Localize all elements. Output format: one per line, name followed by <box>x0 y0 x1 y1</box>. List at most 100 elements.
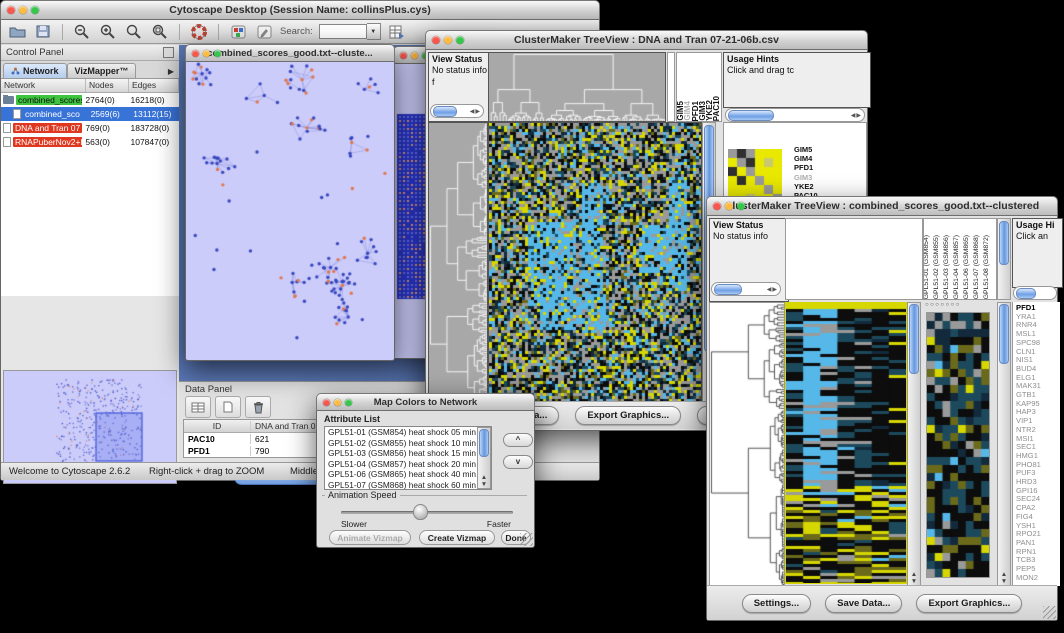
network-a-titlebar[interactable]: combined_scores_good.txt--cluste... <box>185 44 395 62</box>
minimize-button[interactable] <box>19 6 27 14</box>
zoom-button[interactable] <box>214 50 221 57</box>
attribute-list[interactable]: GPL51-01 (GSM854) heat shock 05 minGPL51… <box>324 426 492 490</box>
delete-attribute-icon[interactable] <box>245 396 271 418</box>
close-button[interactable] <box>713 202 721 210</box>
scrollbar-thumb[interactable] <box>1016 288 1036 299</box>
save-icon[interactable] <box>33 23 53 41</box>
network-tree-row[interactable]: combined_sco2569(6)13112(15) <box>1 107 179 121</box>
annotation-icon[interactable] <box>254 23 274 41</box>
treeview2-export-graphics-button[interactable]: Export Graphics... <box>916 594 1022 613</box>
zoom-out-icon[interactable] <box>72 23 92 41</box>
column-labels-vscrollbar[interactable] <box>997 218 1011 300</box>
tab-network[interactable]: Network <box>3 63 67 78</box>
edges-column-header[interactable]: Edges <box>129 79 179 92</box>
zoom-button[interactable] <box>737 202 745 210</box>
attribute-item[interactable]: GPL51-01 (GSM854) heat shock 05 min <box>325 427 491 438</box>
search-dropdown-arrow[interactable]: ▼ <box>367 23 381 40</box>
main-heatmap-canvas[interactable] <box>785 302 907 584</box>
tab-overflow-arrow[interactable]: ▶ <box>165 65 177 78</box>
scrollbar-thumb[interactable] <box>433 106 457 117</box>
attribute-item[interactable]: GPL51-02 (GSM855) heat shock 10 min <box>325 438 491 449</box>
close-button[interactable] <box>400 52 407 59</box>
usage-hints-scrollbar[interactable] <box>1013 286 1057 300</box>
treeview1-export-graphics-button[interactable]: Export Graphics... <box>575 406 681 425</box>
scrollbar-arrows[interactable]: ◀▶ <box>851 112 864 119</box>
minimize-button[interactable] <box>411 52 418 59</box>
zoom-fit-icon[interactable] <box>124 23 144 41</box>
slider-thumb[interactable] <box>413 504 428 520</box>
attribute-item[interactable]: GPL51-04 (GSM857) heat shock 20 min <box>325 459 491 470</box>
view-status-scrollbar[interactable]: ◀▶ <box>711 282 781 296</box>
main-titlebar[interactable]: Cytoscape Desktop (Session Name: collins… <box>0 0 600 20</box>
zoom-button[interactable] <box>345 399 352 406</box>
resize-grip[interactable] <box>520 533 533 546</box>
close-button[interactable] <box>192 50 199 57</box>
usage-hints-title: Usage Hints <box>727 54 867 65</box>
vscrollbar-arrows[interactable]: ▲▼ <box>478 474 490 488</box>
close-button[interactable] <box>432 36 440 44</box>
vscrollbar-thumb[interactable] <box>999 304 1009 364</box>
vscrollbar-thumb[interactable] <box>909 304 919 374</box>
scrollbar-arrows[interactable]: ◀▶ <box>767 286 780 293</box>
close-button[interactable] <box>7 6 15 14</box>
attribute-item[interactable]: GPL51-06 (GSM865) heat shock 40 min <box>325 469 491 480</box>
row-dendrogram-canvas[interactable] <box>709 302 785 586</box>
usage-hints-scrollbar[interactable]: ◀▶ <box>725 108 865 122</box>
zoom-selected-icon[interactable] <box>150 23 170 41</box>
vscrollbar-thumb[interactable] <box>479 429 489 457</box>
dialog-titlebar[interactable]: Map Colors to Network <box>316 393 535 411</box>
treeview1-titlebar[interactable]: ClusterMaker TreeView : DNA and Tran 07-… <box>425 30 868 50</box>
network-tree-row[interactable]: DNA and Tran 07769(0)183728(0) <box>1 121 179 135</box>
scrollbar-thumb[interactable] <box>728 110 774 121</box>
main-heatmap-canvas[interactable] <box>488 122 702 403</box>
attribute-list-scrollbar[interactable]: ▲▼ <box>477 427 491 489</box>
scrollbar-thumb[interactable] <box>714 284 742 295</box>
attribute-item[interactable]: GPL51-07 (GSM868) heat shock 60 min <box>325 480 491 490</box>
attribute-table-icon[interactable] <box>185 396 211 418</box>
column-tree-area[interactable] <box>785 218 923 300</box>
network-column-header[interactable]: Network <box>1 79 86 92</box>
column-scroll-strip[interactable] <box>667 52 675 122</box>
minimize-button[interactable] <box>725 202 733 210</box>
vscrollbar-arrows[interactable]: ▲▼ <box>908 571 920 585</box>
minimize-button[interactable] <box>444 36 452 44</box>
open-file-icon[interactable] <box>7 23 27 41</box>
treeview2-settings-button[interactable]: Settings... <box>742 594 811 613</box>
float-panel-icon[interactable] <box>163 47 174 58</box>
control-panel-titlebar: Control Panel <box>1 45 179 61</box>
new-attribute-icon[interactable] <box>215 396 241 418</box>
tab-vizmapper[interactable]: VizMapper™ <box>67 63 137 78</box>
id-column-header[interactable]: ID <box>184 421 251 431</box>
zoom-button[interactable] <box>456 36 464 44</box>
nodes-column-header[interactable]: Nodes <box>86 79 129 92</box>
row-dendrogram-canvas[interactable] <box>428 122 488 403</box>
zoom-in-icon[interactable] <box>98 23 118 41</box>
resize-grip[interactable] <box>1043 606 1056 619</box>
help-lifesaver-icon[interactable] <box>189 23 209 41</box>
attribute-item[interactable]: GPL51-03 (GSM856) heat shock 15 min <box>325 448 491 459</box>
network-a-canvas[interactable] <box>186 62 394 359</box>
scrollbar-arrows[interactable]: ◀▶ <box>470 108 483 115</box>
move-up-button[interactable]: ^ <box>503 433 533 447</box>
minimize-button[interactable] <box>334 399 341 406</box>
treeview2-save-data-button[interactable]: Save Data... <box>825 594 902 613</box>
animate-vizmap-button[interactable]: Animate Vizmap <box>329 530 411 545</box>
network-tree-row[interactable]: combined_scores2764(0)16218(0) <box>1 93 179 107</box>
view-status-scrollbar[interactable]: ◀▶ <box>430 104 484 118</box>
close-button[interactable] <box>323 399 330 406</box>
create-vizmap-button[interactable]: Create Vizmap <box>419 530 495 545</box>
import-table-icon[interactable] <box>387 23 407 41</box>
zoom-heatmap-canvas[interactable] <box>926 312 990 578</box>
network-tree-row[interactable]: RNAPuberNov2+I563(0)107847(0) <box>1 135 179 149</box>
vizmapper-icon[interactable] <box>228 23 248 41</box>
search-input[interactable] <box>319 24 367 39</box>
heatmap-vscrollbar[interactable]: ▲▼ <box>907 302 921 586</box>
zoom-vscrollbar[interactable]: ▲▼ <box>997 302 1011 586</box>
vscrollbar-thumb[interactable] <box>999 221 1009 265</box>
column-dendrogram-canvas[interactable] <box>488 52 666 122</box>
minimize-button[interactable] <box>203 50 210 57</box>
treeview2-titlebar[interactable]: ClusterMaker TreeView : combined_scores_… <box>706 196 1058 216</box>
vscrollbar-arrows[interactable]: ▲▼ <box>998 571 1010 585</box>
zoom-button[interactable] <box>31 6 39 14</box>
move-down-button[interactable]: v <box>503 455 533 469</box>
